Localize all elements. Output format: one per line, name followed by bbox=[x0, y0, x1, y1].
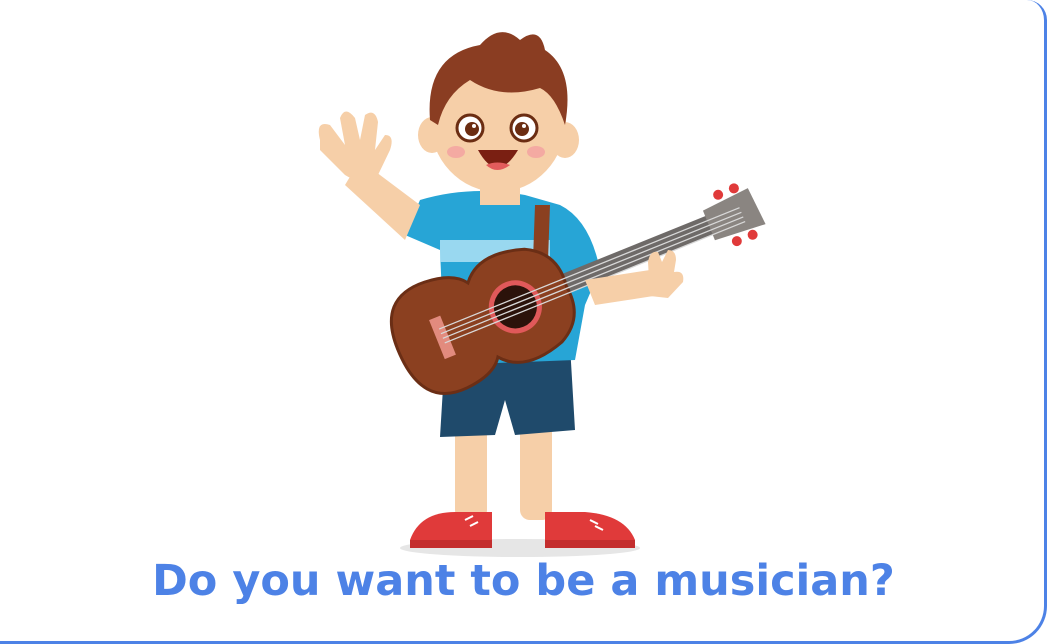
head bbox=[418, 32, 579, 205]
waving-arm bbox=[318, 111, 420, 240]
card: Do you want to be a musician? bbox=[0, 0, 1047, 644]
boy-guitar-illustration bbox=[318, 32, 766, 557]
guitar bbox=[389, 183, 766, 395]
caption: Do you want to be a musician? bbox=[152, 556, 895, 606]
